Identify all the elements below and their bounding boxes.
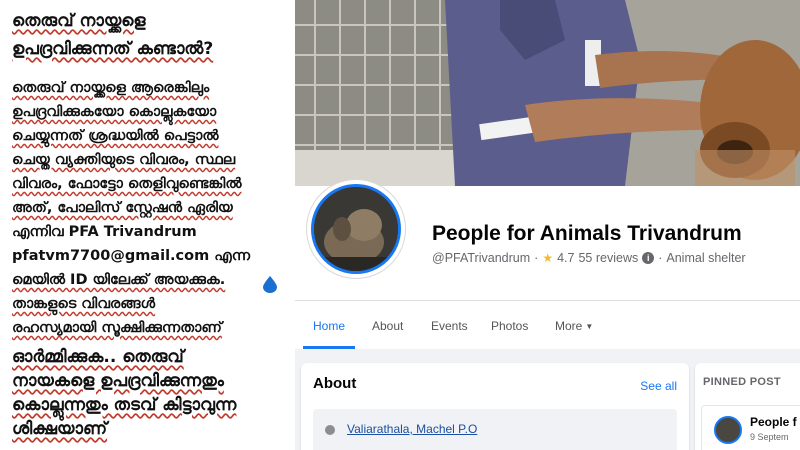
tab-more-label: More [555, 319, 583, 333]
notice-body-line: ചെയ്യുന്നത് ശ്രദ്ധയിൽ പെട്ടാൽ [12, 128, 219, 144]
notice-closing-line: നായകളെ ഉപദ്രവിക്കുന്നതും [12, 371, 224, 391]
address-link[interactable]: Valiarathala, Machel P.O [347, 422, 477, 436]
info-icon[interactable]: i [642, 252, 655, 264]
notice-body-line: താങ്കളുടെ വിവരങ്ങൾ [12, 296, 156, 312]
water-drop-icon [263, 276, 277, 293]
meta-separator: · [534, 251, 539, 265]
meta-separator: · [658, 251, 663, 265]
notice-body-line: രഹസ്യമായി സൂക്ഷിക്കുന്നതാണ് [12, 320, 222, 336]
pinned-author[interactable]: People f [750, 415, 797, 429]
notice-closing-line: ശിക്ഷയാണ് [12, 419, 108, 439]
notice-heading-line-2: ഉപദ്രവിക്കുന്നത് കണ്ടാൽ? [12, 39, 214, 59]
page-avatar[interactable] [307, 180, 405, 278]
location-pin-icon [325, 425, 335, 435]
about-title: About [313, 375, 357, 392]
page-meta: @PFATrivandrum · ★ 4.7 55 reviews i · An… [432, 251, 746, 265]
notice-body-line: ചെയ്ത വ്യക്തിയുടെ വിവരം, സ്ഥല [12, 152, 236, 168]
page-handle[interactable]: @PFATrivandrum [432, 251, 530, 265]
tab-more[interactable]: More ▼ [555, 319, 593, 333]
pinned-date[interactable]: 9 Septem [750, 432, 789, 442]
page-tabs: Home About Events Photos More ▼ [295, 301, 800, 349]
about-card: About See all [301, 363, 689, 450]
tab-about[interactable]: About [372, 319, 403, 333]
notice-heading-line-1: തെരുവ് നായ്ക്കളെ [12, 11, 146, 31]
pinned-post-title: PINNED POST [703, 376, 781, 388]
notice-body-line: അത്, പോലിസ് സ്റ്റേഷൻ ഏരിയ [12, 200, 233, 216]
notice-body-line: തെരുവ് നായ്ക്കളെ ആരെങ്കിലും [12, 80, 210, 96]
tab-home[interactable]: Home [313, 319, 345, 333]
tab-photos[interactable]: Photos [491, 319, 528, 333]
see-all-link[interactable]: See all [640, 379, 677, 393]
page-rating: 4.7 [557, 251, 575, 265]
feed-area: About See all Valiarathala, Machel P.O P… [295, 349, 800, 450]
caret-down-icon: ▼ [585, 322, 594, 331]
page-category[interactable]: Animal shelter [666, 251, 745, 265]
notice-body-line: മെയിൽ ID യിലേക്ക് അയക്കുക. [12, 272, 226, 288]
page-title: People for Animals Trivandrum [432, 222, 742, 245]
pinned-avatar[interactable] [714, 416, 742, 444]
star-icon: ★ [542, 251, 554, 265]
cover-photo [295, 0, 800, 186]
notice-closing-line: കൊല്ലുന്നതും തടവ് കിട്ടാവുന്ന [12, 395, 237, 415]
pinned-post[interactable]: People f 9 Septem [701, 405, 800, 450]
facebook-page: People for Animals Trivandrum @PFATrivan… [295, 0, 800, 450]
notice-email-line: pfatvm7700@gmail.com എന്ന [12, 248, 250, 264]
page-reviews[interactable]: 55 reviews [578, 251, 638, 265]
notice-closing-line: ഓർമ്മിക്കുക.. തെരുവ് [12, 347, 184, 367]
notice-body-line: എന്നിവ PFA Trivandrum [12, 224, 197, 240]
notice-body-line: വിവരം, ഫോട്ടോ തെളിവുണ്ടെങ്കിൽ [12, 176, 242, 192]
pinned-post-card: PINNED POST People f 9 Septem [695, 363, 800, 450]
notice-body-line: ഉപദ്രവിക്കുകയോ കൊല്ലുകയോ [12, 104, 217, 120]
notice-panel: തെരുവ് നായ്ക്കളെ ഉപദ്രവിക്കുന്നത് കണ്ടാൽ… [0, 0, 295, 450]
tab-events[interactable]: Events [431, 319, 468, 333]
